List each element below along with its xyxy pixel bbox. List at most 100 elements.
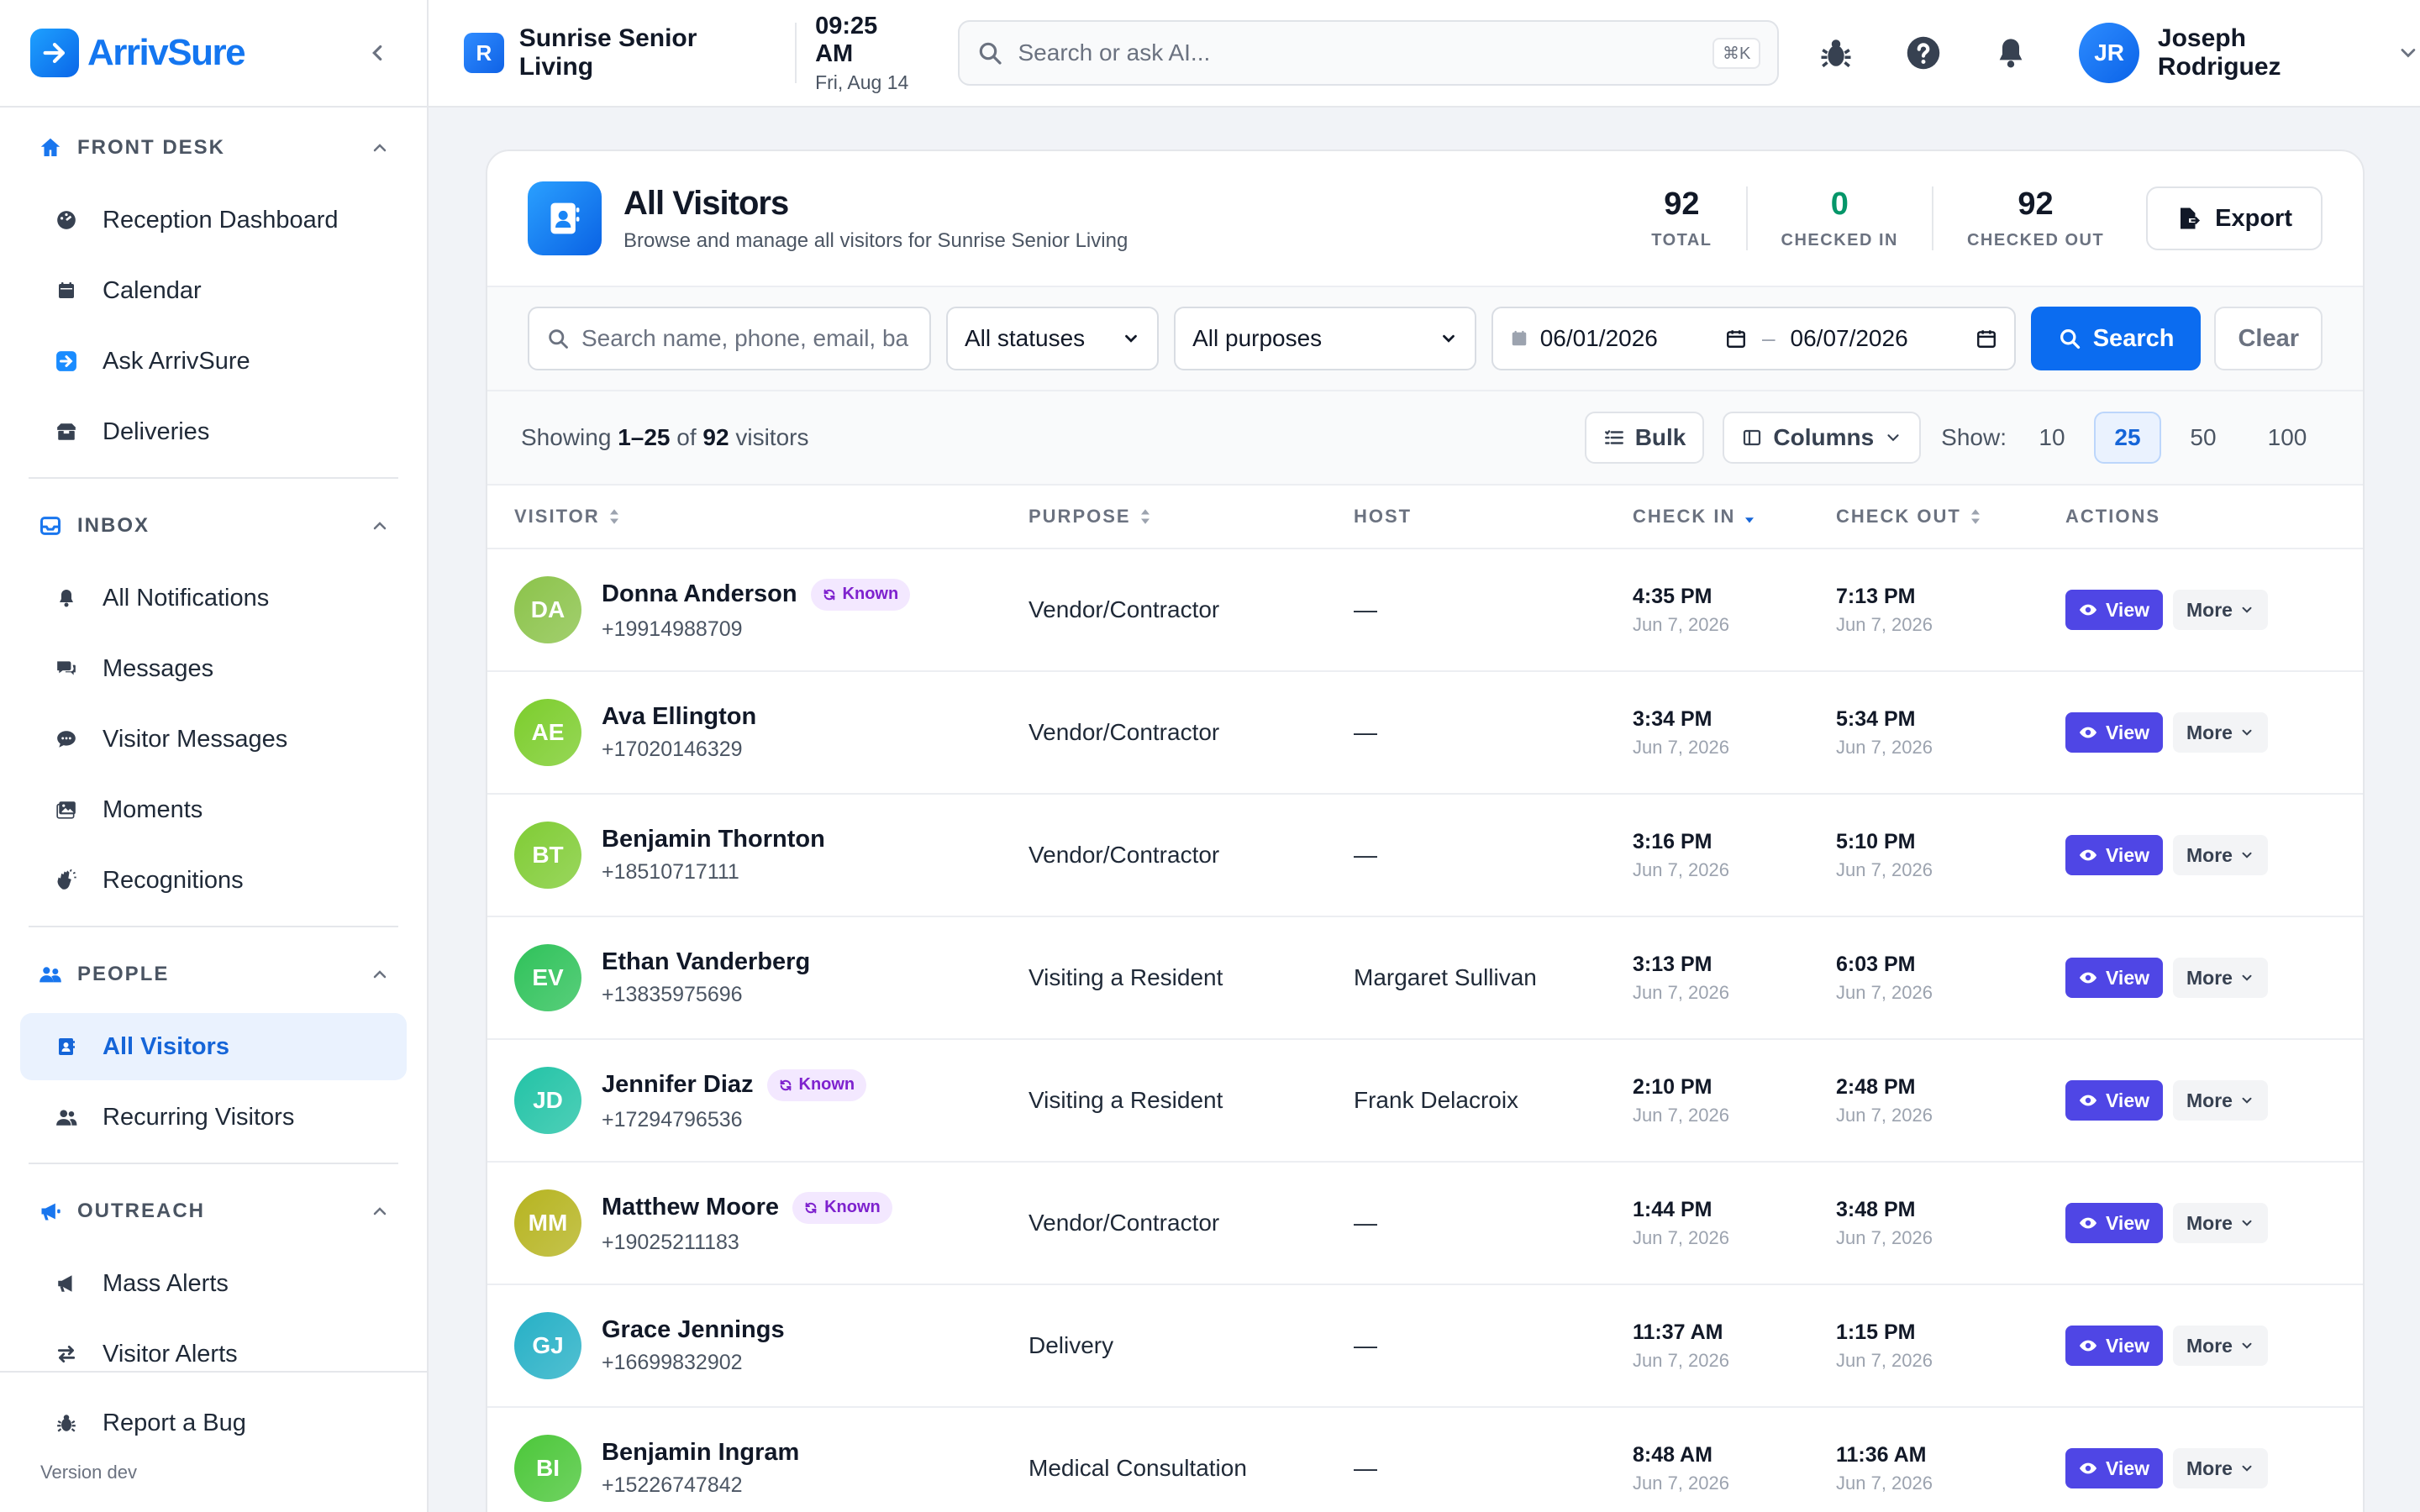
sidebar-item-moments[interactable]: Moments: [20, 776, 407, 843]
eye-icon: [2079, 727, 2097, 738]
more-button[interactable]: More: [2173, 1448, 2268, 1488]
table-row[interactable]: DA Donna Anderson Known +19914988709 Vendor/…: [487, 549, 2363, 672]
table-row[interactable]: MM Matthew Moore Known +19025211183 Vendor/C…: [487, 1163, 2363, 1285]
chevron-up-icon[interactable]: [370, 1201, 390, 1221]
visitor-name[interactable]: Matthew Moore: [602, 1194, 779, 1221]
visitor-name[interactable]: Grace Jennings: [602, 1316, 785, 1344]
visitor-name[interactable]: Benjamin Thornton: [602, 826, 825, 853]
visitor-name[interactable]: Donna Anderson: [602, 580, 797, 608]
table-row[interactable]: JD Jennifer Diaz Known +17294796536 Visiting…: [487, 1040, 2363, 1163]
date-separator: –: [1761, 325, 1776, 351]
bulk-button[interactable]: Bulk: [1584, 412, 1705, 464]
section-inbox[interactable]: INBOX: [0, 491, 427, 561]
visitor-name[interactable]: Ava Ellington: [602, 703, 756, 731]
col-check-in[interactable]: CHECK IN: [1633, 506, 1836, 528]
section-front-desk[interactable]: FRONT DESK: [0, 113, 427, 183]
sidebar-item-reception-dashboard[interactable]: Reception Dashboard: [20, 186, 407, 254]
brand-logo-icon[interactable]: [30, 29, 79, 77]
status-select[interactable]: All statuses: [945, 307, 1160, 370]
columns-button[interactable]: Columns: [1723, 412, 1922, 464]
more-button[interactable]: More: [2173, 1203, 2268, 1243]
table-row[interactable]: EV Ethan Vanderberg +13835975696 Visiting a…: [487, 917, 2363, 1040]
user-avatar[interactable]: JR: [2079, 23, 2139, 83]
calendar-picker-icon[interactable]: [1725, 328, 1747, 349]
sidebar-item-calendar[interactable]: Calendar: [20, 257, 407, 324]
col-purpose[interactable]: PURPOSE: [1028, 506, 1354, 528]
date-from-input[interactable]: 06/01/2026: [1540, 325, 1658, 352]
bug-icon[interactable]: [1816, 33, 1856, 73]
sidebar-item-deliveries[interactable]: Deliveries: [20, 398, 407, 465]
col-check-out[interactable]: CHECK OUT: [1836, 506, 2065, 528]
page-size-100[interactable]: 100: [2245, 412, 2329, 464]
chevron-up-icon[interactable]: [370, 964, 390, 984]
visitor-cell: GJ Grace Jennings +16699832902: [487, 1312, 1028, 1379]
chevron-up-icon[interactable]: [370, 138, 390, 158]
collapse-sidebar-icon[interactable]: [365, 40, 390, 66]
table-row[interactable]: BI Benjamin Ingram +15226747842 Medical Con…: [487, 1408, 2363, 1512]
sidebar-item-ask-arrivsure[interactable]: Ask ArrivSure: [20, 328, 407, 395]
view-button[interactable]: View: [2065, 712, 2163, 753]
view-button[interactable]: View: [2065, 835, 2163, 875]
global-search-input[interactable]: [1018, 39, 1712, 66]
page-size-10[interactable]: 10: [2018, 412, 2086, 464]
report-bug-link[interactable]: Report a Bug: [20, 1389, 407, 1457]
sidebar-item-recurring-visitors[interactable]: Recurring Visitors: [20, 1084, 407, 1151]
col-visitor[interactable]: VISITOR: [487, 506, 1028, 528]
visitor-name[interactable]: Ethan Vanderberg: [602, 948, 810, 976]
sidebar-item-mass-alerts[interactable]: Mass Alerts: [20, 1250, 407, 1317]
global-search[interactable]: ⌘K: [957, 20, 1780, 86]
showing-range: 1–25: [618, 424, 671, 450]
more-button[interactable]: More: [2173, 712, 2268, 753]
sidebar-item-visitor-messages[interactable]: Visitor Messages: [20, 706, 407, 773]
help-icon[interactable]: [1903, 33, 1944, 73]
more-button[interactable]: More: [2173, 590, 2268, 630]
bell-icon[interactable]: [1991, 33, 2031, 73]
page-size-50[interactable]: 50: [2170, 412, 2237, 464]
visitor-search-input[interactable]: [581, 325, 909, 352]
view-button[interactable]: View: [2065, 1203, 2163, 1243]
user-name[interactable]: Joseph Rodriguez: [2158, 24, 2375, 81]
view-button[interactable]: View: [2065, 1326, 2163, 1366]
visitor-avatar: MM: [514, 1189, 581, 1257]
known-label: Known: [824, 1198, 881, 1216]
export-button[interactable]: Export: [2146, 186, 2323, 250]
view-button[interactable]: View: [2065, 1080, 2163, 1121]
view-button[interactable]: View: [2065, 958, 2163, 998]
section-outreach[interactable]: OUTREACH: [0, 1176, 427, 1247]
org-name[interactable]: Sunrise Senior Living: [519, 24, 776, 81]
visitor-name[interactable]: Benjamin Ingram: [602, 1439, 799, 1467]
inbox-icon: [37, 512, 64, 539]
view-button[interactable]: View: [2065, 1448, 2163, 1488]
search-button[interactable]: Search: [2030, 307, 2202, 370]
date-to-input[interactable]: 06/07/2026: [1791, 325, 1908, 352]
purpose-cell: Vendor/Contractor: [1028, 842, 1220, 868]
megaphone-icon: [37, 1198, 64, 1225]
section-people[interactable]: PEOPLE: [0, 939, 427, 1010]
clear-button[interactable]: Clear: [2214, 307, 2323, 370]
chevron-down-icon: [2242, 974, 2252, 981]
org-badge[interactable]: R: [464, 33, 504, 73]
sidebar-item-all-visitors[interactable]: All Visitors: [20, 1013, 407, 1080]
sidebar-item-messages[interactable]: Messages: [20, 635, 407, 702]
table-row[interactable]: GJ Grace Jennings +16699832902 Delivery — 11:…: [487, 1285, 2363, 1408]
more-button[interactable]: More: [2173, 1326, 2268, 1366]
check-out-date: Jun 7, 2026: [1836, 1349, 1933, 1371]
visitor-search-field[interactable]: [528, 307, 931, 370]
table-row[interactable]: AE Ava Ellington +17020146329 Vendor/Contra…: [487, 672, 2363, 795]
purpose-select[interactable]: All purposes: [1174, 307, 1476, 370]
table-row[interactable]: BT Benjamin Thornton +18510717111 Vendor/Co…: [487, 795, 2363, 917]
sidebar-item-recognitions[interactable]: Recognitions: [20, 847, 407, 914]
chevron-up-icon[interactable]: [370, 516, 390, 536]
chevron-down-icon[interactable]: [2396, 41, 2420, 65]
view-button[interactable]: View: [2065, 590, 2163, 630]
visitor-name[interactable]: Jennifer Diaz: [602, 1071, 754, 1099]
calendar-picker-icon[interactable]: [1975, 328, 1997, 349]
more-button[interactable]: More: [2173, 1080, 2268, 1121]
calendar-icon: [54, 278, 79, 303]
more-button[interactable]: More: [2173, 835, 2268, 875]
more-label: More: [2186, 598, 2233, 621]
sidebar-item-all-notifications[interactable]: All Notifications: [20, 564, 407, 632]
more-button[interactable]: More: [2173, 958, 2268, 998]
page-title-block: All Visitors Browse and manage all visit…: [623, 185, 1128, 253]
page-size-25[interactable]: 25: [2094, 412, 2161, 464]
